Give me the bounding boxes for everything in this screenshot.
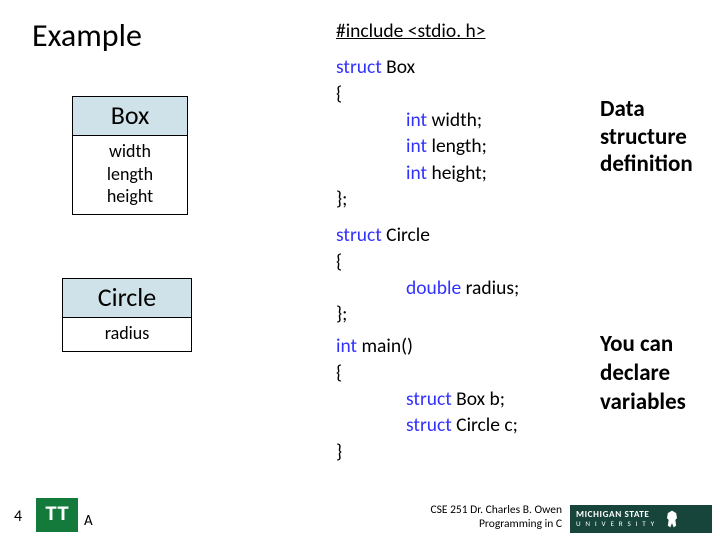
kw-struct: struct xyxy=(406,387,456,411)
uml-box-name: Box xyxy=(72,96,188,136)
code-line: { xyxy=(336,360,519,386)
code-line: struct Circle c; xyxy=(336,412,519,438)
credit-line: Programming in C xyxy=(430,518,562,532)
kw-int: int xyxy=(336,334,361,358)
code-line: int width; xyxy=(336,107,519,133)
kw-int: int xyxy=(406,108,431,132)
kw-struct: struct xyxy=(336,55,386,79)
msu-text: MICHIGAN STATE U N I V E R S I T Y xyxy=(576,510,656,527)
credit-block: CSE 251 Dr. Charles B. Owen Programming … xyxy=(430,504,562,532)
code-line: { xyxy=(336,249,519,275)
page-number: 4 xyxy=(14,507,22,526)
note-line: definition xyxy=(600,151,693,179)
kw-struct: struct xyxy=(336,223,386,247)
note-line: declare xyxy=(600,359,686,388)
note-line: structure xyxy=(600,124,693,152)
ident: Box xyxy=(386,55,415,79)
code-line: }; xyxy=(336,301,519,327)
ident: height; xyxy=(431,161,486,185)
uml-circle-name: Circle xyxy=(62,278,192,318)
include-directive: #include <stdio. h> xyxy=(336,19,485,43)
ident: width; xyxy=(431,108,482,132)
code-line: struct Box xyxy=(336,54,519,80)
uml-circle: Circle radius xyxy=(62,278,192,352)
kw-double: double xyxy=(406,276,466,300)
ident: Box b; xyxy=(456,387,505,411)
msu-logo: MICHIGAN STATE U N I V E R S I T Y xyxy=(570,505,712,533)
code-line: { xyxy=(336,81,519,107)
kw-struct: struct xyxy=(406,413,456,437)
ident: main() xyxy=(361,334,412,358)
tt-sublabel: A xyxy=(84,512,93,530)
tt-badge: TT xyxy=(36,498,78,532)
annotation-declare-variables: You can declare variables xyxy=(600,330,686,416)
ident: Circle c; xyxy=(456,413,518,437)
uml-box: Box width length height xyxy=(72,96,188,215)
code-line: } xyxy=(336,439,519,465)
note-line: variables xyxy=(600,388,686,417)
uml-attr: length xyxy=(73,163,187,186)
note-line: Data xyxy=(600,96,693,124)
code-line: }; xyxy=(336,186,519,212)
slide: Example Box width length height Circle r… xyxy=(0,0,720,540)
uml-box-attrs: width length height xyxy=(72,136,188,215)
code-line: int length; xyxy=(336,133,519,159)
code-line: int main() xyxy=(336,333,519,359)
code-line: int height; xyxy=(336,160,519,186)
ident: radius; xyxy=(466,276,520,300)
annotation-data-structure: Data structure definition xyxy=(600,96,693,179)
ident: length; xyxy=(431,134,486,158)
uml-attr: radius xyxy=(63,322,191,345)
msu-line: U N I V E R S I T Y xyxy=(576,520,656,528)
note-line: You can xyxy=(600,330,686,359)
uml-attr: height xyxy=(73,185,187,208)
ident: Circle xyxy=(386,223,430,247)
kw-int: int xyxy=(406,161,431,185)
uml-circle-attrs: radius xyxy=(62,318,192,352)
code-line: struct Box b; xyxy=(336,386,519,412)
page-title: Example xyxy=(32,16,142,55)
code-block: #include <stdio. h> struct Box { int wid… xyxy=(336,18,519,465)
kw-int: int xyxy=(406,134,431,158)
spartan-helmet-icon xyxy=(662,509,682,529)
code-line: struct Circle xyxy=(336,222,519,248)
uml-attr: width xyxy=(73,140,187,163)
code-line: double radius; xyxy=(336,275,519,301)
code-line: #include <stdio. h> xyxy=(336,18,519,44)
credit-line: CSE 251 Dr. Charles B. Owen xyxy=(430,504,562,518)
